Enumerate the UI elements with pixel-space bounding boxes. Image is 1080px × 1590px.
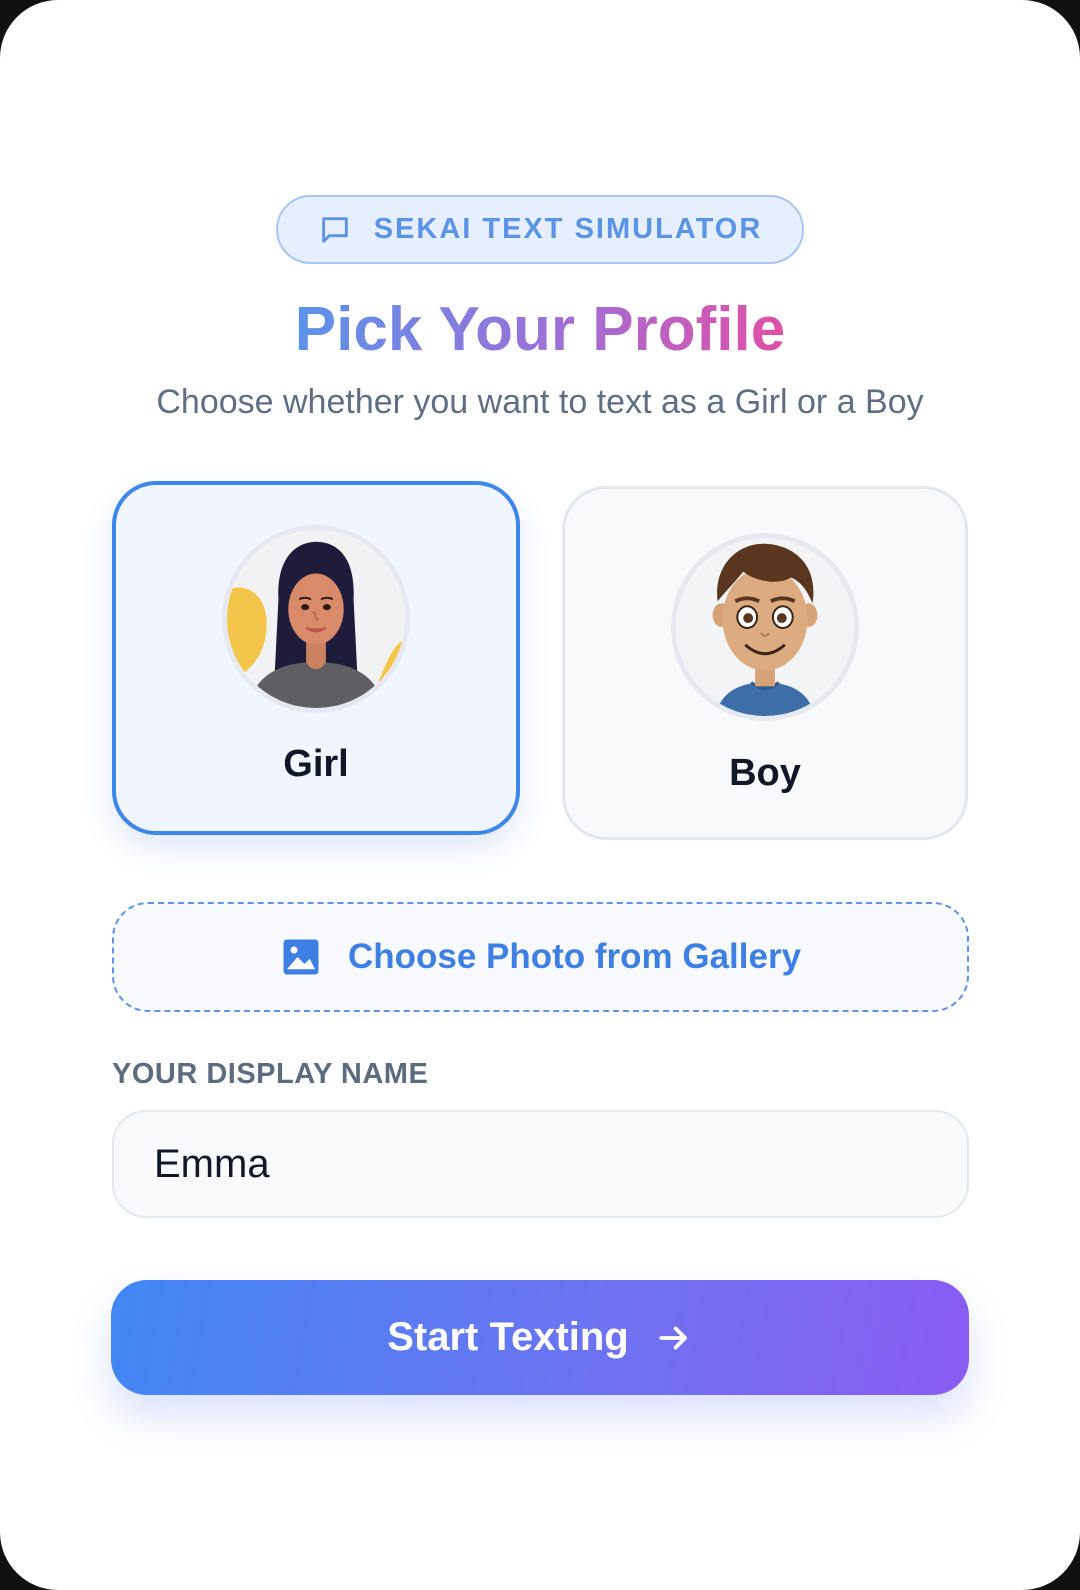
start-texting-button[interactable]: Start Texting (111, 1280, 969, 1395)
girl-avatar (222, 525, 410, 713)
choose-photo-label: Choose Photo from Gallery (347, 937, 802, 976)
profile-picker-screen: SEKAI TEXT SIMULATOR Pick Your Profile C… (0, 0, 1080, 1590)
display-name-label: YOUR DISPLAY NAME (112, 1058, 429, 1090)
page-title: Pick Your Profile (0, 290, 1080, 370)
start-texting-label: Start Texting (387, 1315, 629, 1359)
chat-bubble-icon (321, 216, 348, 243)
profile-card-girl[interactable]: Girl (112, 481, 520, 835)
profile-card-boy-label: Boy (729, 752, 801, 794)
app-badge: SEKAI TEXT SIMULATOR (276, 195, 804, 264)
display-name-input[interactable] (112, 1110, 969, 1218)
page-subtitle: Choose whether you want to text as a Gir… (156, 383, 924, 421)
boy-avatar-illustration (676, 538, 854, 716)
page-title-text: Pick Your Profile (294, 295, 786, 364)
choose-photo-button[interactable]: Choose Photo from Gallery (112, 902, 969, 1012)
profile-card-girl-label: Girl (283, 743, 349, 785)
boy-avatar (671, 533, 859, 721)
girl-avatar-illustration (227, 530, 405, 708)
app-badge-label: SEKAI TEXT SIMULATOR (373, 213, 763, 245)
profile-card-boy[interactable]: Boy (562, 486, 968, 840)
arrow-right-icon (659, 1326, 687, 1349)
image-icon (283, 939, 319, 975)
